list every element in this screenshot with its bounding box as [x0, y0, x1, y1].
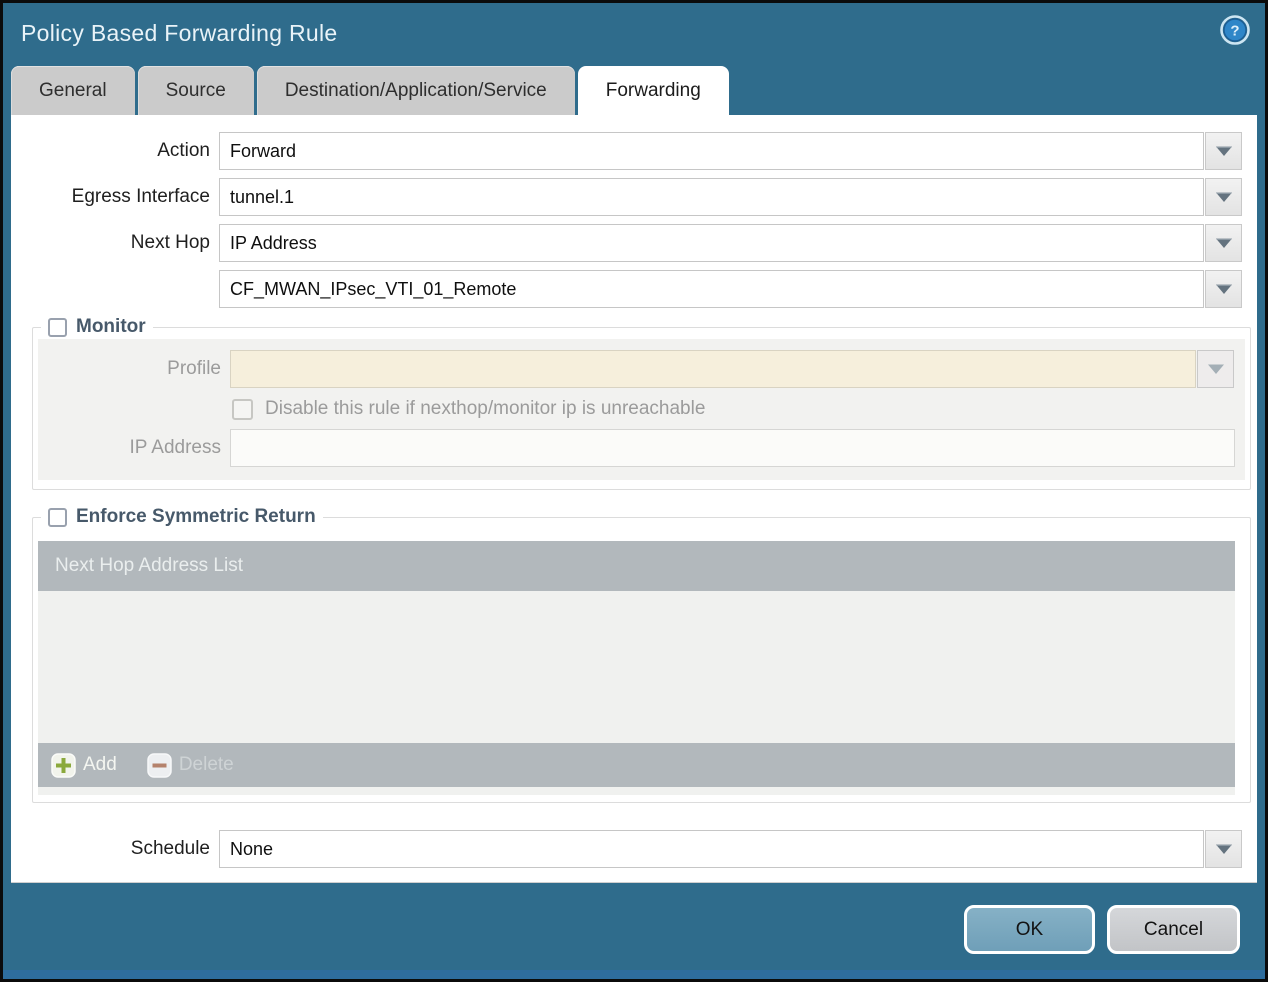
monitor-ip-input	[230, 429, 1235, 467]
next-hop-type-dropdown-button[interactable]	[1205, 224, 1242, 262]
chevron-down-icon	[1215, 238, 1232, 248]
cancel-button[interactable]: Cancel	[1107, 905, 1240, 954]
add-button-label: Add	[83, 754, 117, 775]
tab-general[interactable]: General	[11, 66, 135, 115]
delete-button-label: Delete	[178, 754, 234, 775]
tab-source[interactable]: Source	[137, 66, 254, 115]
dialog-footer: OK Cancel	[3, 881, 1265, 979]
action-row: Action Forward	[11, 132, 1257, 170]
monitor-section: Monitor Profile Disable this rule if nex…	[32, 316, 1251, 490]
profile-row: Profile	[38, 350, 1245, 388]
ok-button[interactable]: OK	[964, 905, 1095, 954]
tab-bar: General Source Destination/Application/S…	[3, 65, 1265, 115]
plus-icon	[51, 752, 76, 778]
help-glyph: ?	[1230, 23, 1239, 40]
next-hop-address-row: CF_MWAN_IPsec_VTI_01_Remote	[11, 270, 1257, 308]
schedule-select[interactable]: None	[219, 830, 1204, 868]
egress-interface-dropdown-button[interactable]	[1205, 178, 1242, 216]
symmetric-return-legend-label: Enforce Symmetric Return	[76, 506, 316, 527]
egress-interface-label: Egress Interface	[71, 186, 210, 207]
chevron-down-icon	[1215, 284, 1232, 294]
monitor-legend: Monitor	[41, 316, 153, 338]
disable-rule-checkbox	[232, 398, 253, 420]
schedule-label: Schedule	[130, 838, 210, 859]
next-hop-address-table-toolbar: Add Delete	[38, 743, 1235, 787]
symmetric-return-checkbox[interactable]	[48, 507, 67, 527]
next-hop-address-dropdown-button[interactable]	[1205, 270, 1242, 308]
schedule-row: Schedule None	[11, 830, 1257, 868]
chevron-down-icon	[1207, 364, 1224, 374]
action-label: Action	[157, 140, 210, 161]
profile-label: Profile	[167, 358, 221, 379]
action-dropdown-button[interactable]	[1205, 132, 1242, 170]
monitor-legend-label: Monitor	[76, 316, 146, 337]
profile-dropdown-button	[1197, 350, 1234, 388]
forwarding-tab-panel: Action Forward Egress Interface tunnel.1	[11, 115, 1257, 883]
tab-destination-application-service[interactable]: Destination/Application/Service	[256, 66, 575, 115]
schedule-dropdown-button[interactable]	[1205, 830, 1242, 868]
next-hop-address-table-body[interactable]	[38, 591, 1235, 743]
monitor-body: Profile Disable this rule if nexthop/mon…	[38, 339, 1245, 480]
next-hop-address-table: Next Hop Address List Add Delete	[38, 541, 1235, 795]
delete-button: Delete	[147, 752, 234, 778]
minus-icon	[147, 752, 172, 778]
next-hop-type-select[interactable]: IP Address	[219, 224, 1204, 262]
monitor-checkbox[interactable]	[48, 317, 67, 337]
profile-select	[230, 350, 1196, 388]
titlebar: Policy Based Forwarding Rule ?	[3, 3, 1265, 65]
next-hop-row: Next Hop IP Address	[11, 224, 1257, 262]
bottom-accent-strip	[3, 970, 1265, 979]
egress-interface-row: Egress Interface tunnel.1	[11, 178, 1257, 216]
egress-interface-select[interactable]: tunnel.1	[219, 178, 1204, 216]
chevron-down-icon	[1215, 192, 1232, 202]
next-hop-address-select[interactable]: CF_MWAN_IPsec_VTI_01_Remote	[219, 270, 1204, 308]
dialog-title: Policy Based Forwarding Rule	[21, 20, 338, 46]
disable-rule-label: Disable this rule if nexthop/monitor ip …	[265, 398, 706, 419]
symmetric-return-legend: Enforce Symmetric Return	[41, 506, 323, 528]
help-icon[interactable]: ?	[1220, 15, 1250, 45]
next-hop-address-table-header: Next Hop Address List	[38, 541, 1235, 591]
policy-based-forwarding-dialog: Policy Based Forwarding Rule ? General S…	[0, 0, 1268, 982]
chevron-down-icon	[1215, 146, 1232, 156]
action-select[interactable]: Forward	[219, 132, 1204, 170]
next-hop-label: Next Hop	[130, 232, 210, 253]
monitor-ip-row: IP Address	[38, 429, 1245, 467]
monitor-ip-label: IP Address	[129, 437, 221, 458]
chevron-down-icon	[1215, 844, 1232, 854]
table-bottom-strip	[38, 787, 1235, 795]
add-button[interactable]: Add	[51, 752, 117, 778]
tab-forwarding[interactable]: Forwarding	[577, 66, 729, 115]
symmetric-return-section: Enforce Symmetric Return Next Hop Addres…	[32, 506, 1251, 803]
disable-rule-row: Disable this rule if nexthop/monitor ip …	[232, 398, 1245, 420]
